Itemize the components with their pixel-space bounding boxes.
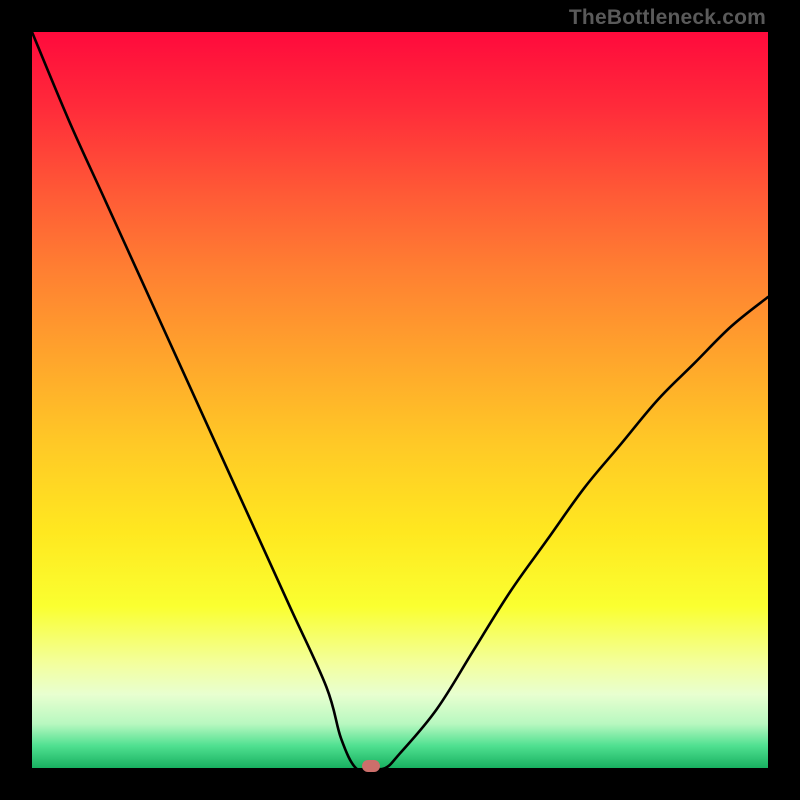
plot-area <box>32 32 768 768</box>
optimal-marker <box>362 760 380 772</box>
bottleneck-curve <box>32 32 768 768</box>
watermark-text: TheBottleneck.com <box>569 6 766 30</box>
chart-frame: TheBottleneck.com <box>0 0 800 800</box>
